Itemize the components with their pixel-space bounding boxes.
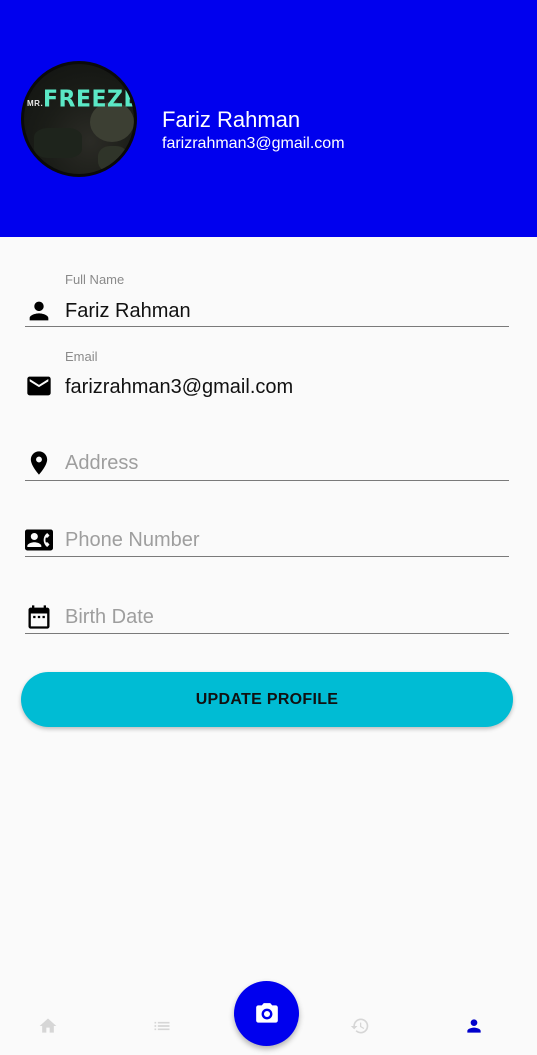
- phone-input[interactable]: Phone Number: [65, 529, 200, 552]
- birth-date-underline: [25, 633, 509, 634]
- address-underline: [25, 480, 509, 481]
- avatar-photo-detail: [98, 146, 128, 172]
- email-label: Email: [65, 349, 98, 364]
- camera-icon: [255, 1002, 278, 1023]
- address-input[interactable]: Address: [65, 452, 138, 475]
- profile-header: MR. FREEZE Fariz Rahman farizrahman3@gma…: [0, 0, 537, 237]
- avatar[interactable]: MR. FREEZE: [21, 61, 137, 177]
- list-icon: [154, 1021, 170, 1031]
- email-input[interactable]: farizrahman3@gmail.com: [65, 376, 293, 399]
- person-icon: [25, 297, 53, 325]
- calendar-icon: [25, 603, 53, 631]
- nav-home[interactable]: [38, 1016, 58, 1036]
- phone-underline: [25, 556, 509, 557]
- birth-date-field[interactable]: Birth Date: [25, 594, 509, 638]
- avatar-logo-text: FREEZE: [43, 86, 137, 113]
- nav-list[interactable]: [152, 1016, 172, 1036]
- email-field[interactable]: Email farizrahman3@gmail.com: [25, 346, 509, 406]
- full-name-field[interactable]: Full Name Fariz Rahman: [25, 270, 509, 330]
- full-name-label: Full Name: [65, 272, 125, 287]
- full-name-input[interactable]: Fariz Rahman: [65, 300, 191, 323]
- phone-field[interactable]: Phone Number: [25, 517, 509, 561]
- birth-date-input[interactable]: Birth Date: [65, 606, 154, 629]
- camera-button[interactable]: [234, 981, 299, 1046]
- full-name-underline: [25, 326, 509, 327]
- home-icon: [39, 1018, 57, 1033]
- avatar-logo-small: MR.: [27, 99, 44, 108]
- update-profile-button[interactable]: UPDATE PROFILE: [21, 672, 513, 727]
- nav-profile[interactable]: [464, 1016, 484, 1036]
- person-icon: [467, 1019, 481, 1033]
- nav-history[interactable]: [350, 1016, 370, 1036]
- address-field[interactable]: Address: [25, 440, 509, 484]
- history-icon: [350, 1018, 369, 1034]
- profile-name: Fariz Rahman: [162, 107, 301, 132]
- contact-phone-icon: [25, 526, 53, 554]
- mail-icon: [25, 372, 53, 400]
- location-pin-icon: [25, 449, 53, 477]
- profile-email: farizrahman3@gmail.com: [162, 135, 345, 152]
- avatar-photo-detail: [34, 128, 82, 158]
